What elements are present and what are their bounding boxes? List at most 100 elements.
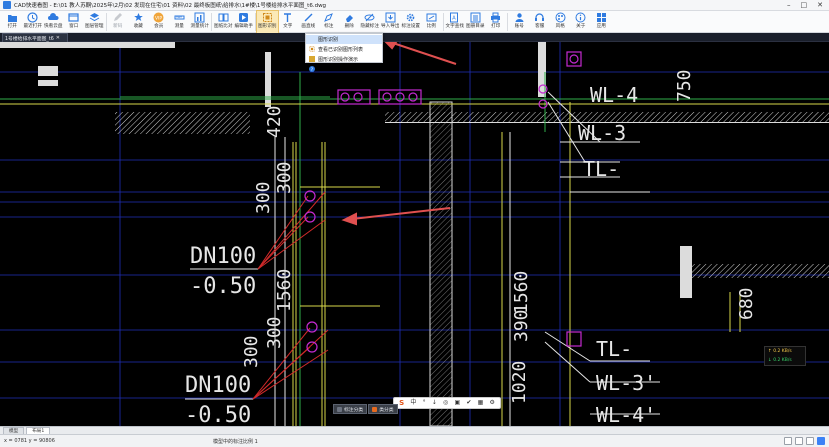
tool-label: 测量 (174, 24, 184, 29)
tool-label: 新码 (113, 24, 123, 29)
document-tab-label: 1号楼给排水平面图_t6 (5, 36, 54, 42)
ime-tool-0[interactable]: 中 (410, 397, 416, 409)
label-300c: 300 (241, 335, 262, 368)
ime-tool-7[interactable]: ⚙ (489, 397, 494, 409)
tool-mark-setting[interactable]: 标注设置 (401, 11, 422, 33)
ratio-icon (426, 12, 437, 23)
vip-icon: VIP (153, 12, 164, 23)
grid-toggle-icon[interactable] (784, 437, 792, 445)
ime-tool-5[interactable]: ✔ (466, 397, 471, 409)
tool-label: 账号 (514, 24, 524, 29)
document-tab[interactable]: 1号楼给排水平面图_t6 ✕ (2, 33, 68, 42)
tool-open[interactable]: 打开 (2, 11, 23, 33)
layout-tab-1[interactable]: 布局1 (26, 427, 51, 434)
layout-tabs: 模型 布局1 (0, 426, 829, 434)
svg-text:VIP: VIP (155, 15, 162, 21)
tool-ratio[interactable]: 比例 (421, 11, 442, 33)
tool-label: 比例 (426, 24, 436, 29)
label-tl: TL- (583, 157, 619, 181)
tool-shape-recog[interactable]: 图形识别 (256, 10, 279, 34)
tool-text-search[interactable]: A 文字查找 (445, 11, 466, 33)
menu-item-2[interactable]: ? 图形识别操作演示 (306, 55, 382, 73)
tool-label: 关于 (576, 24, 586, 29)
vertical-column (429, 101, 453, 426)
tool-drawing-dir[interactable]: 图册目录 (465, 11, 486, 33)
doc-search-icon: A (449, 12, 460, 23)
ortho-toggle-icon[interactable] (806, 437, 814, 445)
tool-label: 隐藏标注 (360, 24, 379, 29)
tool-label: 最近打开 (23, 24, 42, 29)
svg-text:A: A (453, 16, 457, 22)
catalog-icon (470, 12, 481, 23)
label-m050-a: -0.50 (190, 274, 256, 299)
maximize-button[interactable]: □ (801, 0, 808, 11)
pencil-icon (112, 12, 123, 23)
tool-compare[interactable]: 图纸比对 (213, 11, 234, 33)
tool-about[interactable]: 关于 (571, 11, 592, 33)
tool-apps[interactable]: 应用 (591, 11, 612, 33)
minimize-button[interactable]: – (787, 0, 791, 11)
ime-tool-4[interactable]: ▣ (454, 397, 460, 409)
tool-hide-mark[interactable]: 隐藏标注 (360, 11, 381, 33)
tool-vip[interactable]: VIP 会员 (149, 11, 170, 33)
ime-tool-2[interactable]: ↓ (432, 397, 437, 409)
tool-delete[interactable]: 删除 (339, 11, 360, 33)
floating-toolbar: S 中 ° ↓ ◎ ▣ ✔ ▦ ⚙ (393, 397, 501, 409)
tool-label: 收藏 (133, 24, 143, 29)
tool-recent[interactable]: 最近打开 (23, 11, 44, 33)
stats-icon (194, 12, 205, 23)
snap-toggle-icon[interactable] (795, 437, 803, 445)
close-button[interactable]: ✕ (817, 0, 823, 11)
play-icon (238, 12, 249, 23)
tool-layers[interactable]: 图层管理 (84, 11, 105, 33)
cursor-coordinates: x = 0781 y = 90806 (4, 438, 55, 444)
tool-print[interactable]: 打印 (486, 11, 507, 33)
ime-logo-icon[interactable]: S (399, 397, 404, 409)
toolbar-separator (211, 13, 212, 31)
ime-tool-1[interactable]: ° (423, 397, 426, 409)
menu-item-label: 图形识别操作演示 (318, 57, 359, 63)
classification-bar: 标注分类 类分类 (333, 404, 398, 414)
settings-toggle-icon[interactable] (817, 437, 825, 445)
tool-annotate[interactable]: 标注 (319, 11, 340, 33)
tool-fav[interactable]: 收藏 (128, 11, 149, 33)
ime-tool-3[interactable]: ◎ (443, 397, 448, 409)
tool-label: 文字查找 (445, 24, 464, 29)
class-button-1[interactable]: 类分类 (368, 404, 398, 414)
drawing-canvas[interactable]: WL-4 WL-3 TL- DN100 -0.50 DN100 -0.50 TL… (0, 42, 829, 426)
tool-new-draw[interactable]: 新码 (108, 11, 129, 33)
tool-label: 文字 (283, 24, 293, 29)
tool-service[interactable]: 客服 (530, 11, 551, 33)
line-icon (303, 12, 314, 23)
tool-label: 窗口 (69, 24, 79, 29)
label-wl4b: WL-4' (596, 403, 656, 426)
tool-import-export[interactable]: 导入导出 (380, 11, 401, 33)
drawing-text: WL-4 WL-3 TL- DN100 -0.50 DN100 -0.50 TL… (185, 83, 656, 426)
layout-tab-0[interactable]: 模型 (3, 427, 25, 434)
tool-measure-stat[interactable]: 测量统计 (190, 11, 211, 33)
class-button-label: 类分类 (379, 407, 394, 413)
tool-cloud[interactable]: 快看云盘 (43, 11, 64, 33)
tool-assistant[interactable]: 编辑助手 (234, 11, 255, 33)
tool-label: 导入导出 (381, 24, 400, 29)
ime-tool-6[interactable]: ▦ (478, 397, 484, 409)
close-tab-icon[interactable]: ✕ (56, 35, 60, 41)
class-button-label: 标注分类 (344, 407, 364, 413)
grid-icon (596, 12, 607, 23)
tool-line[interactable]: 画直线 (298, 11, 319, 33)
cloud-icon (47, 12, 59, 23)
label-420: 420 (264, 105, 285, 138)
tool-account[interactable]: 账号 (509, 11, 530, 33)
toolbar-separator (442, 13, 444, 31)
menu-item-0[interactable]: 图形识别 (306, 35, 382, 51)
label-680: 680 (736, 287, 757, 320)
menu-item-1[interactable]: 查看已识别图形列表 (306, 45, 382, 62)
tool-style[interactable]: 风格 (550, 11, 571, 33)
tool-measure[interactable]: 测量 (169, 11, 190, 33)
shape-icon (262, 12, 273, 23)
cad-app: CAD快速看图 - E:\01 教人苏酮\2025年\2月\02 发现在住宅\0… (0, 0, 829, 447)
tool-text[interactable]: 文字 (278, 11, 299, 33)
tool-window[interactable]: 窗口 (64, 11, 85, 33)
class-button-0[interactable]: 标注分类 (333, 404, 368, 414)
grid-lines (0, 42, 829, 426)
